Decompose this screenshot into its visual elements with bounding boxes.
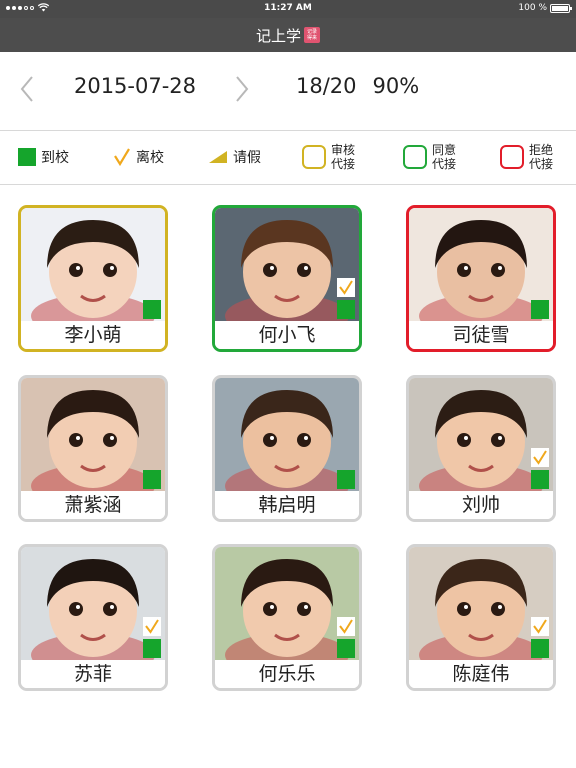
arrived-badge [531,639,549,658]
legend-approved: 同意 代接 [403,131,456,183]
departed-check-icon [337,617,355,636]
student-name: 何小飞 [215,321,359,349]
arrived-badge [337,300,355,319]
app-title: 记上学 [255,26,301,45]
rejected-box-icon [500,145,524,169]
battery-indicator: 100 % [518,3,572,13]
attendance-stats: 18/20 90% [296,74,419,98]
legend: 到校 离校 请假 审核 代接 同意 代接 拒绝 代接 [0,131,576,183]
arrived-badge [143,300,161,319]
legend-approved-line1: 同意 [432,143,457,157]
arrived-badge [143,639,161,658]
departed-check-icon [337,278,355,297]
student-card[interactable]: 李小萌 [18,205,168,352]
date-navigation: 2015-07-28 18/20 90% [0,52,576,130]
legend-approved-line2: 代接 [432,157,457,171]
leave-icon [209,151,227,163]
battery-percent: 100 % [518,3,547,13]
chevron-left-icon [20,76,33,102]
attendance-percent: 90% [372,74,420,98]
student-card[interactable]: 韩启明 [212,375,362,522]
arrived-badge [337,639,355,658]
legend-arrive: 到校 [18,131,69,183]
legend-leave-label: 请假 [233,150,261,166]
pending-box-icon [302,145,326,169]
legend-depart: 离校 [113,131,164,183]
legend-pending-line2: 代接 [331,157,356,171]
attendance-count: 18/20 [296,74,357,98]
legend-arrive-label: 到校 [41,150,69,166]
departed-check-icon [531,617,549,636]
arrive-icon [18,148,36,166]
student-name: 何乐乐 [215,660,359,688]
status-time: 11:27 AM [264,3,312,13]
student-card[interactable]: 陈庭伟 [406,544,556,691]
student-card[interactable]: 司徒雪 [406,205,556,352]
legend-rejected: 拒绝 代接 [500,131,553,183]
app-header: 记上学 记录 得来 [0,18,576,52]
previous-day-button[interactable] [12,74,42,104]
legend-pending-line1: 审核 [331,143,356,157]
departed-check-icon [531,448,549,467]
student-name: 萧紫涵 [21,491,165,519]
legend-rejected-line2: 代接 [529,157,554,171]
legend-depart-label: 离校 [136,150,164,166]
student-card[interactable]: 刘帅 [406,375,556,522]
checkmark-icon [114,148,130,167]
student-card[interactable]: 何乐乐 [212,544,362,691]
student-card[interactable]: 苏菲 [18,544,168,691]
student-name: 苏菲 [21,660,165,688]
app-logo: 记录 得来 [304,27,320,43]
arrived-badge [531,300,549,319]
arrived-badge [337,470,355,489]
arrived-badge [143,470,161,489]
student-card[interactable]: 萧紫涵 [18,375,168,522]
student-name: 韩启明 [215,491,359,519]
student-name: 刘帅 [409,491,553,519]
legend-pending: 审核 代接 [302,131,355,183]
battery-icon [550,3,572,13]
arrived-badge [531,470,549,489]
current-date: 2015-07-28 [73,74,197,98]
student-card[interactable]: 何小飞 [212,205,362,352]
status-bar: 11:27 AM 100 % [0,0,576,18]
divider [0,184,576,185]
departed-check-icon [143,617,161,636]
student-name: 陈庭伟 [409,660,553,688]
approved-box-icon [403,145,427,169]
student-name: 司徒雪 [409,321,553,349]
legend-rejected-line1: 拒绝 [529,143,554,157]
next-day-button[interactable] [227,74,257,104]
student-name: 李小萌 [21,321,165,349]
legend-leave: 请假 [208,131,261,183]
chevron-right-icon [236,76,249,102]
